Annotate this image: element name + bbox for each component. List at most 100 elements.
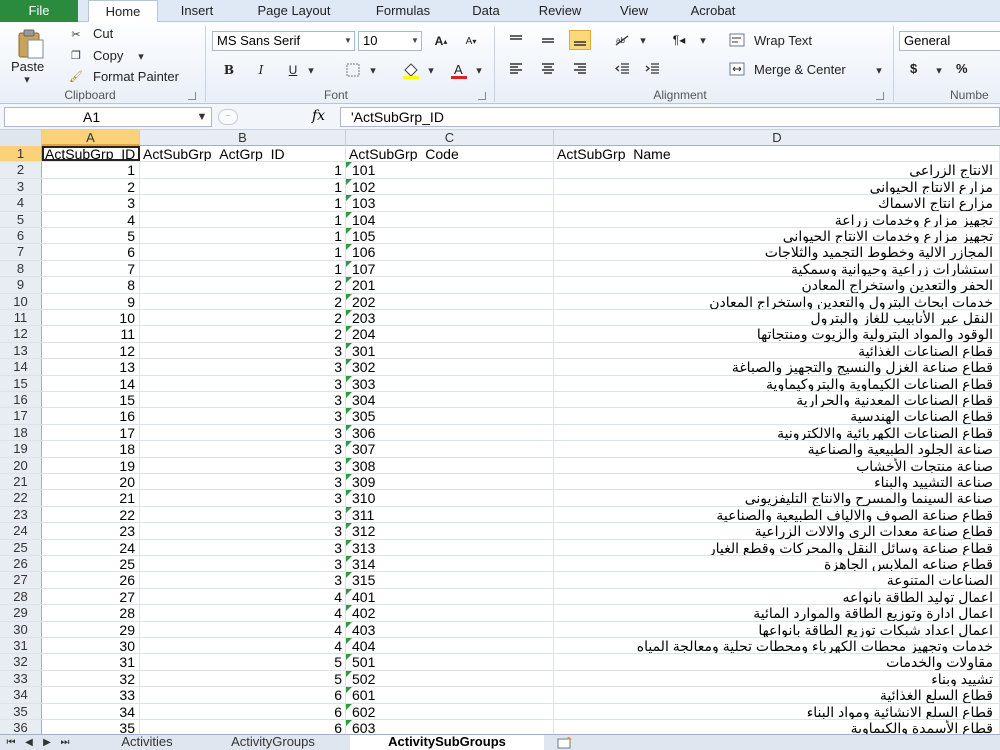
cell-c[interactable]: 314 bbox=[346, 556, 554, 572]
bold-button[interactable]: B bbox=[218, 60, 240, 80]
cell-a1[interactable]: ActSubGrp_ID bbox=[42, 146, 140, 162]
row-header[interactable]: 12 bbox=[0, 326, 42, 342]
name-box-dropdown-icon[interactable]: ▼ bbox=[196, 111, 208, 123]
column-header-a[interactable]: A bbox=[42, 130, 140, 146]
cell-c1[interactable]: ActSubGrp_Code bbox=[346, 146, 554, 162]
decrease-indent-icon[interactable] bbox=[612, 58, 634, 78]
cell-a[interactable]: 23 bbox=[42, 523, 140, 539]
formula-input[interactable]: 'ActSubGrp_ID bbox=[340, 107, 1000, 127]
currency-dropdown-icon[interactable]: ▾ bbox=[934, 62, 944, 78]
cell-b[interactable]: 1 bbox=[140, 162, 346, 178]
number-format-combo[interactable]: General bbox=[899, 31, 1000, 51]
cell-c[interactable]: 401 bbox=[346, 588, 554, 605]
row-header[interactable]: 26 bbox=[0, 556, 42, 572]
fill-color-icon[interactable] bbox=[400, 60, 422, 80]
italic-button[interactable]: I bbox=[250, 60, 272, 80]
cell-d[interactable]: قطاع الصناعات المعدنية والحرارية bbox=[554, 392, 1000, 408]
font-color-icon[interactable]: A bbox=[448, 60, 470, 80]
cell-b[interactable]: 3 bbox=[140, 359, 346, 375]
wrap-text-button[interactable]: Wrap Text bbox=[754, 33, 812, 48]
cell-c[interactable]: 306 bbox=[346, 424, 554, 441]
cell-c[interactable]: 315 bbox=[346, 572, 554, 588]
cell-d[interactable]: تشييد وبناء bbox=[554, 670, 1000, 687]
orientation-icon[interactable]: ab bbox=[612, 30, 634, 50]
cell-d[interactable]: قطاع السلع الغذائية bbox=[554, 687, 1000, 703]
cell-d[interactable]: مقاولات والخدمات bbox=[554, 654, 1000, 670]
cell-a[interactable]: 20 bbox=[42, 474, 140, 490]
cell-c[interactable]: 307 bbox=[346, 441, 554, 457]
cell-d[interactable]: صناعة منتجات الأخشاب bbox=[554, 457, 1000, 473]
row-header[interactable]: 4 bbox=[0, 195, 42, 211]
cell-a[interactable]: 18 bbox=[42, 441, 140, 457]
cell-c[interactable]: 101 bbox=[346, 162, 554, 178]
cell-b1[interactable]: ActSubGrp_ActGrp_ID bbox=[140, 146, 346, 162]
fill-color-dropdown-icon[interactable]: ▾ bbox=[426, 62, 436, 78]
row-header[interactable]: 23 bbox=[0, 506, 42, 523]
cell-d[interactable]: النقل عبر الأنابيب للغاز والبترول bbox=[554, 310, 1000, 326]
tab-acrobat[interactable]: Acrobat bbox=[674, 0, 752, 22]
cell-b[interactable]: 3 bbox=[140, 539, 346, 555]
row-header[interactable]: 24 bbox=[0, 523, 42, 539]
cell-b[interactable]: 1 bbox=[140, 260, 346, 277]
wrap-text-icon[interactable] bbox=[728, 32, 746, 48]
row-header[interactable]: 15 bbox=[0, 375, 42, 391]
select-all-corner[interactable] bbox=[0, 130, 42, 146]
cell-c[interactable]: 403 bbox=[346, 621, 554, 637]
insert-sheet-icon[interactable] bbox=[552, 735, 578, 750]
cell-a[interactable]: 17 bbox=[42, 424, 140, 441]
cell-c[interactable]: 106 bbox=[346, 244, 554, 260]
grow-font-icon[interactable]: A ▴ bbox=[430, 31, 452, 51]
cell-c[interactable]: 402 bbox=[346, 605, 554, 621]
alignment-launcher-icon[interactable] bbox=[876, 92, 884, 100]
row-header[interactable]: 13 bbox=[0, 342, 42, 359]
cell-a[interactable]: 1 bbox=[42, 162, 140, 178]
cell-c[interactable]: 103 bbox=[346, 195, 554, 211]
align-left-icon[interactable] bbox=[505, 58, 527, 78]
cell-c[interactable]: 309 bbox=[346, 474, 554, 490]
cell-c[interactable]: 310 bbox=[346, 490, 554, 506]
cell-a[interactable]: 5 bbox=[42, 228, 140, 244]
sheet-tab-activitygroups[interactable]: ActivityGroups bbox=[210, 735, 336, 750]
cell-a[interactable]: 16 bbox=[42, 408, 140, 424]
increase-indent-icon[interactable] bbox=[642, 58, 664, 78]
row-header[interactable]: 32 bbox=[0, 654, 42, 670]
row-header[interactable]: 16 bbox=[0, 392, 42, 408]
row-header[interactable]: 18 bbox=[0, 424, 42, 441]
cell-d[interactable]: صناعة الجلود الطبيعية والصناعية bbox=[554, 441, 1000, 457]
row-header[interactable]: 1 bbox=[0, 146, 42, 162]
row-header[interactable]: 6 bbox=[0, 228, 42, 244]
font-color-dropdown-icon[interactable]: ▾ bbox=[474, 62, 484, 78]
cell-b[interactable]: 3 bbox=[140, 523, 346, 539]
format-painter-button[interactable]: Format Painter bbox=[93, 69, 179, 84]
cell-c[interactable]: 305 bbox=[346, 408, 554, 424]
cell-d[interactable]: اعمال ادارة وتوزيع الطاقة والموارد المائ… bbox=[554, 605, 1000, 621]
cell-a[interactable]: 13 bbox=[42, 359, 140, 375]
cell-b[interactable]: 3 bbox=[140, 424, 346, 441]
cell-b[interactable]: 6 bbox=[140, 720, 346, 734]
cell-d[interactable]: قطاع صناعة الغزل والنسيج والتجهيز والصبا… bbox=[554, 359, 1000, 375]
cell-d[interactable]: صناعة السينما والمسرح والانتاج التليفزيو… bbox=[554, 490, 1000, 506]
cell-c[interactable]: 313 bbox=[346, 539, 554, 555]
currency-button[interactable]: $ bbox=[910, 61, 917, 76]
cell-a[interactable]: 34 bbox=[42, 703, 140, 719]
cell-a[interactable]: 30 bbox=[42, 638, 140, 654]
cell-c[interactable]: 302 bbox=[346, 359, 554, 375]
cell-d[interactable]: قطاع صناعة وسائل النقل والمحركات وقطع ال… bbox=[554, 539, 1000, 555]
row-header[interactable]: 7 bbox=[0, 244, 42, 260]
cell-c[interactable]: 301 bbox=[346, 342, 554, 359]
cell-c[interactable]: 105 bbox=[346, 228, 554, 244]
column-header-c[interactable]: C bbox=[346, 130, 554, 146]
cell-c[interactable]: 404 bbox=[346, 638, 554, 654]
cell-d[interactable]: قطاع الأسمدة والكيماوية bbox=[554, 720, 1000, 734]
cell-c[interactable]: 308 bbox=[346, 457, 554, 473]
row-header[interactable]: 21 bbox=[0, 474, 42, 490]
chevron-down-icon[interactable]: ▼ bbox=[342, 32, 354, 50]
align-top-icon[interactable] bbox=[505, 30, 527, 50]
cell-c[interactable]: 501 bbox=[346, 654, 554, 670]
cell-d[interactable]: قطاع الصناعات الكيماوية والبتروكيماوية bbox=[554, 375, 1000, 391]
cell-b[interactable]: 5 bbox=[140, 670, 346, 687]
cell-c[interactable]: 107 bbox=[346, 260, 554, 277]
cell-d[interactable]: خدمات ابحاث البترول والتعدين واستخراج ال… bbox=[554, 293, 1000, 309]
cell-b[interactable]: 1 bbox=[140, 195, 346, 211]
prev-sheet-icon[interactable]: ◀ bbox=[22, 735, 36, 750]
